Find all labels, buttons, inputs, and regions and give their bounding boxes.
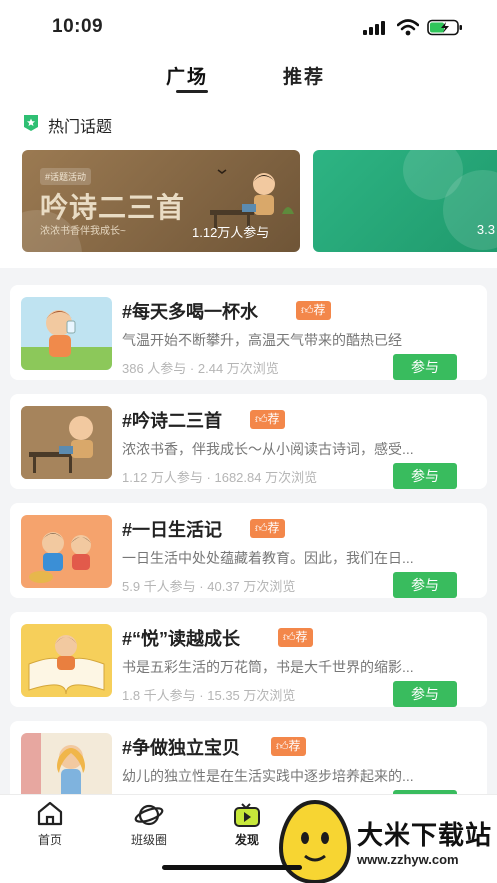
recommend-badge: 👍︎荐 [271,737,306,756]
topic-card[interactable]: #吟诗二三首 👍︎荐 浓浓书香，伴我成长～从小阅读古诗词，感受... 1.12 … [10,394,487,489]
recommend-badge-label: 荐 [267,412,280,426]
topic-views: 2.44 万次浏览 [197,361,279,376]
watermark-mascot-icon [278,799,352,883]
watermark-url: www.zzhyw.com [357,852,459,867]
reading-book-illustration [28,635,105,695]
daily-life-illustration [29,532,91,583]
topic-description: 一日生活中处处蕴藏着教育。因此，我们在日... [122,550,414,566]
recommend-badge: 👍︎荐 [278,628,313,647]
tab-square[interactable]: 广场 [166,62,208,89]
topic-thumbnail [21,624,112,697]
topic-thumbnail [21,297,112,370]
topic-views: 1682.84 万次浏览 [214,470,318,485]
status-bar: 10:09 [0,0,497,52]
recommend-badge-label: 荐 [267,521,280,535]
tab-recommend[interactable]: 推荐 [283,62,325,89]
nav-home[interactable]: 首页 [0,795,100,855]
topic-stats: 1.8 千人参与 · 15.35 万次浏览 [122,688,296,703]
drinking-water-illustration [21,310,112,370]
topic-card[interactable]: #每天多喝一杯水 👍︎荐 气温开始不断攀升，高温天气带来的酷热已经 386 人参… [10,285,487,380]
banner-participants: 3.3 [476,222,495,237]
nav-class-circle[interactable]: 班级圈 [99,795,199,855]
hot-topic-banner[interactable]: #话题活动 吟诗二三首 浓浓书香伴我成长~ 1.12万人参与 [22,150,300,252]
hot-topics-title: 热门话题 [48,119,113,136]
banner-tag: #话题活动 [40,168,92,185]
play-tv-icon [234,803,260,827]
banner-participants: 1.12万人参与 [192,225,270,240]
bottom-nav: 首页 班级圈 发现 大米下载站 www.zzhyw.com [0,794,497,883]
top-tabs: 广场 推荐 [0,60,497,100]
banner-title: 吟诗二三首 [40,192,186,223]
topic-card[interactable]: #“悦”读越成长 👍︎荐 书是五彩生活的万花筒，书是大千世界的缩影... 1.8… [10,612,487,707]
topic-views: 15.35 万次浏览 [207,688,296,703]
topic-participants: 5.9 千人参与 [122,579,196,594]
topic-participants: 386 人参与 [122,361,187,376]
recommend-badge: 👍︎荐 [250,519,285,538]
banner-subtitle: 浓浓书香伴我成长~ [40,226,126,237]
topic-description: 气温开始不断攀升，高温天气带来的酷热已经 [122,332,402,348]
recommend-badge-label: 荐 [295,630,308,644]
join-button[interactable]: 参与 [393,463,457,489]
topic-title: #“悦”读越成长 [122,629,241,649]
topic-stats: 5.9 千人参与 · 40.37 万次浏览 [122,579,296,594]
topic-title: #一日生活记 [122,520,223,540]
topic-thumbnail [21,515,112,588]
join-button[interactable]: 参与 [393,681,457,707]
topic-stats: 386 人参与 · 2.44 万次浏览 [122,361,279,376]
signal-icon [363,21,385,35]
header-area: 10:09 广场 推荐 热门话题 #话题活动 吟诗二三首 浓浓书香伴我成长~ 1… [0,0,497,268]
reading-poetry-illustration [21,406,112,479]
recommend-badge: 👍︎荐 [296,301,331,320]
topic-description: 书是五彩生活的万花筒，书是大千世界的缩影... [122,659,414,675]
topic-participants: 1.12 万人参与 [122,470,203,485]
nav-class-circle-label: 班级圈 [130,833,167,847]
topic-card[interactable]: #一日生活记 👍︎荐 一日生活中处处蕴藏着教育。因此，我们在日... 5.9 千… [10,503,487,598]
status-time: 10:09 [52,16,104,37]
topic-title: #吟诗二三首 [122,411,223,431]
topic-title: #每天多喝一杯水 [122,302,259,322]
wifi-icon [397,19,419,36]
topic-title: #争做独立宝贝 [122,738,241,758]
star-badge-icon [24,115,38,131]
topic-stats: 1.12 万人参与 · 1682.84 万次浏览 [122,470,318,485]
planet-icon [134,804,164,826]
home-indicator [162,865,302,870]
watermark-text: 大米下载站 [357,820,493,850]
active-tab-indicator [176,90,208,93]
join-button[interactable]: 参与 [393,354,457,380]
join-button[interactable]: 参与 [393,572,457,598]
topic-views: 40.37 万次浏览 [207,579,296,594]
topic-participants: 1.8 千人参与 [122,688,196,703]
nav-home-label: 首页 [37,833,62,847]
topic-thumbnail [21,406,112,479]
topic-description: 幼儿的独立性是在生活实践中逐步培养起来的... [122,768,414,784]
hot-topic-banner-2[interactable]: 3.3 [313,150,497,252]
topic-description: 浓浓书香，伴我成长～从小阅读古诗词，感受... [122,441,414,457]
recommend-badge-label: 荐 [313,303,326,317]
battery-charging-icon [427,19,462,36]
recommend-badge: 👍︎荐 [250,410,285,429]
recommend-badge-label: 荐 [288,739,301,753]
home-icon [37,801,63,826]
